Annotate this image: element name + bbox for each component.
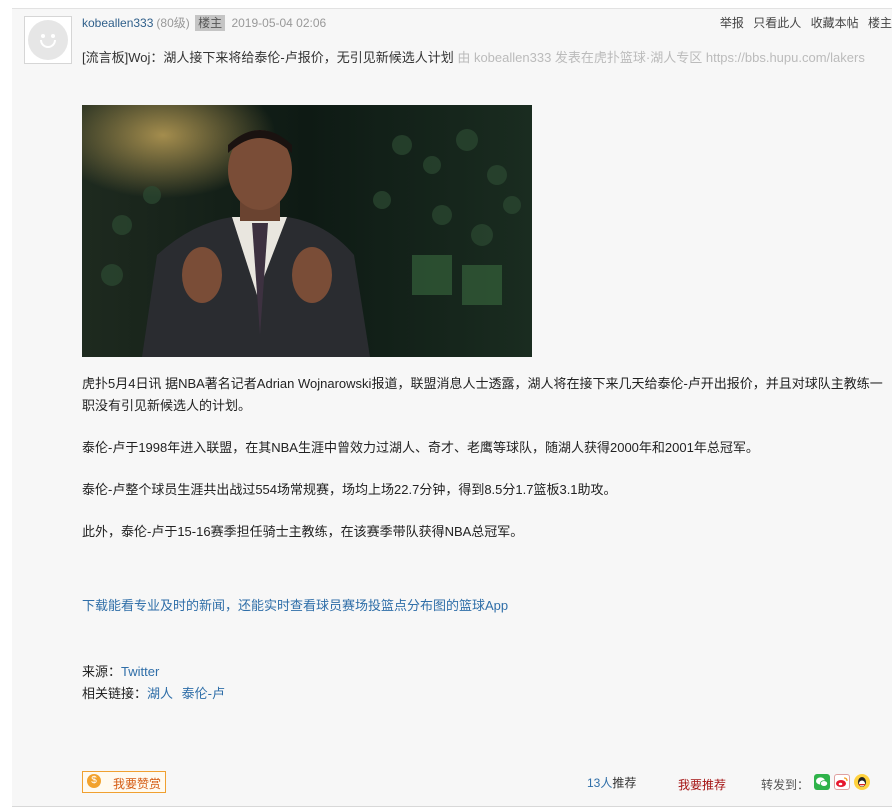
- related-link-lakers[interactable]: 湖人: [147, 686, 173, 701]
- post-actions: 举报 只看此人 收藏本帖 楼主: [714, 14, 892, 31]
- post-meta: kobeallen333 (80级) 楼主 2019-05-04 02:06: [82, 14, 326, 31]
- share-label: 转发到：: [761, 778, 810, 792]
- related-link-tyronn-lue[interactable]: 泰伦-卢: [182, 686, 225, 701]
- default-avatar-icon: [28, 20, 68, 60]
- app-download-link[interactable]: 下载能看专业及时的新闻，还能实时查看球员赛场投篮点分布图的篮球App: [82, 595, 886, 617]
- post-source-note: 由 kobeallen333 发表在虎扑篮球·湖人专区 https://bbs.…: [457, 50, 865, 65]
- reward-label: 我要赞赏: [113, 777, 162, 791]
- recommend-button[interactable]: 我要推荐: [678, 776, 726, 793]
- wechat-icon[interactable]: [814, 774, 830, 790]
- forum-post: kobeallen333 (80级) 楼主 2019-05-04 02:06 举报…: [12, 8, 892, 807]
- source-line: 来源：Twitter: [82, 661, 886, 683]
- recommend-count: 13人推荐: [587, 774, 636, 791]
- related-links-line: 相关链接：湖人 泰伦-卢: [82, 683, 886, 705]
- qq-icon[interactable]: [854, 774, 870, 790]
- paragraph-3: 泰伦-卢整个球员生涯共出战过554场常规赛，场均上场22.7分钟，得到8.5分1…: [82, 482, 617, 497]
- recommend-count-number[interactable]: 13人: [587, 776, 612, 790]
- reward-button[interactable]: $ 我要赞赏: [82, 771, 166, 793]
- user-level: (80级): [156, 16, 190, 30]
- post-title: [流言板]Woj：湖人接下来将给泰伦-卢报价，无引见新候选人计划: [82, 50, 454, 65]
- source-twitter-link[interactable]: Twitter: [121, 664, 159, 679]
- floor-op-link[interactable]: 楼主: [868, 16, 892, 30]
- report-link[interactable]: 举报: [720, 16, 744, 30]
- paragraph-4: 此外，泰伦-卢于15-16赛季担任骑士主教练，在该赛季带队获得NBA总冠军。: [82, 524, 524, 539]
- recommend-count-suffix: 推荐: [612, 776, 637, 790]
- weibo-icon[interactable]: [834, 774, 850, 790]
- post-time: 2019-05-04 02:06: [231, 16, 327, 30]
- coin-icon: $: [87, 774, 101, 788]
- coach-photo: [82, 105, 532, 357]
- user-avatar[interactable]: [24, 16, 72, 64]
- related-label: 相关链接：: [82, 686, 148, 701]
- paragraph-1: 虎扑5月4日讯 据NBA著名记者Adrian Wojnarowski报道，联盟消…: [82, 376, 883, 413]
- source-label: 来源：: [82, 664, 122, 679]
- username-link[interactable]: kobeallen333: [82, 16, 153, 30]
- favorite-post-link[interactable]: 收藏本帖: [811, 16, 859, 30]
- paragraph-2: 泰伦-卢于1998年进入联盟，在其NBA生涯中曾效力过湖人、奇才、老鹰等球队，随…: [82, 440, 759, 455]
- only-this-user-link[interactable]: 只看此人: [753, 16, 801, 30]
- post-title-line: [流言板]Woj：湖人接下来将给泰伦-卢报价，无引见新候选人计划 由 kobea…: [82, 47, 888, 69]
- op-badge: 楼主: [195, 15, 226, 31]
